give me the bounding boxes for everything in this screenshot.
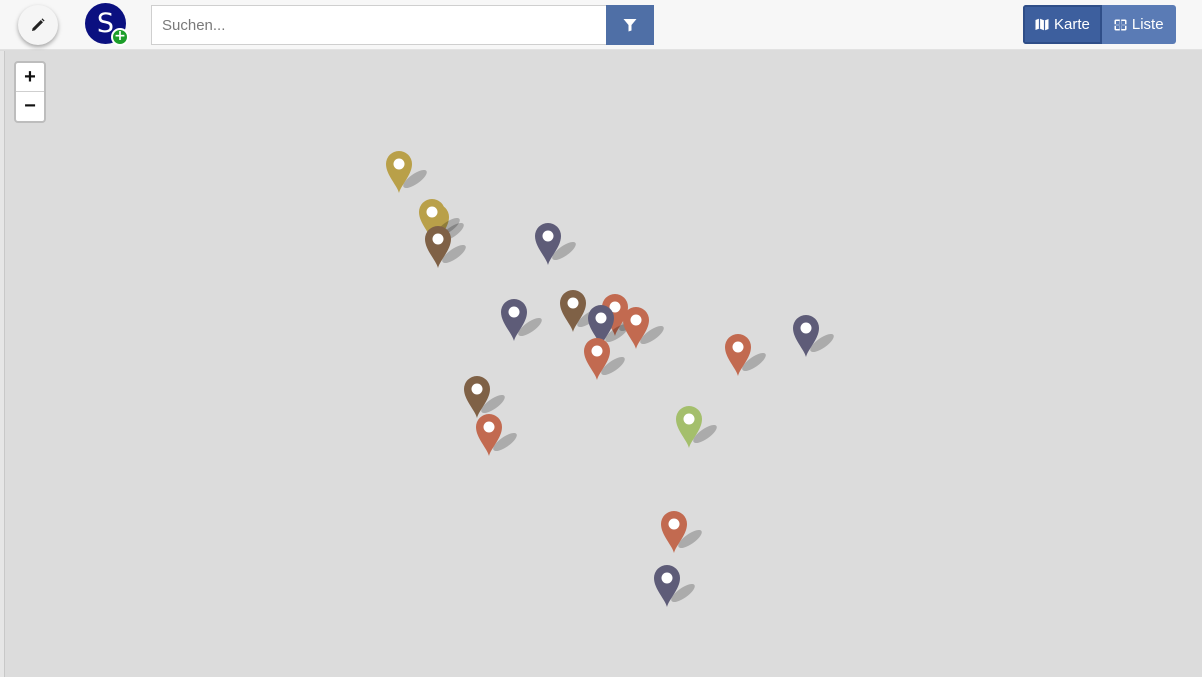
map-marker-green[interactable] bbox=[675, 404, 717, 450]
avatar[interactable]: S + bbox=[85, 3, 129, 46]
map-marker-slate[interactable] bbox=[792, 313, 834, 359]
filter-button[interactable] bbox=[606, 5, 654, 45]
map-marker-slate[interactable] bbox=[500, 297, 542, 343]
map-marker-brown[interactable] bbox=[559, 288, 601, 334]
map-marker-slate[interactable] bbox=[653, 563, 695, 609]
map-marker-terracotta[interactable] bbox=[724, 332, 766, 378]
map-marker-brown[interactable] bbox=[424, 224, 466, 270]
map-marker-gold[interactable] bbox=[385, 149, 427, 195]
map-marker-slate[interactable] bbox=[534, 221, 576, 267]
map-view-button[interactable]: Karte bbox=[1023, 5, 1102, 44]
map-marker-terracotta[interactable] bbox=[475, 412, 517, 458]
map-marker-terracotta[interactable] bbox=[622, 305, 664, 351]
zoom-control: + − bbox=[14, 61, 46, 123]
map-marker-terracotta[interactable] bbox=[660, 509, 702, 555]
filter-funnel-icon bbox=[623, 19, 637, 32]
map-view-label: Karte bbox=[1054, 16, 1090, 33]
search-input[interactable] bbox=[151, 5, 607, 45]
top-toolbar: S + Karte Liste bbox=[0, 0, 1202, 50]
list-view-button[interactable]: Liste bbox=[1101, 5, 1176, 44]
add-badge-icon: + bbox=[111, 28, 129, 46]
zoom-out-button[interactable]: − bbox=[16, 92, 44, 121]
map-icon bbox=[1035, 18, 1049, 31]
list-view-label: Liste bbox=[1131, 16, 1164, 33]
grid-list-icon bbox=[1114, 19, 1127, 30]
map-marker-terracotta[interactable] bbox=[583, 336, 625, 382]
view-toggle: Karte Liste bbox=[1023, 5, 1176, 44]
pencil-icon bbox=[32, 18, 45, 31]
zoom-in-button[interactable]: + bbox=[16, 63, 44, 92]
edit-button[interactable] bbox=[18, 5, 58, 45]
